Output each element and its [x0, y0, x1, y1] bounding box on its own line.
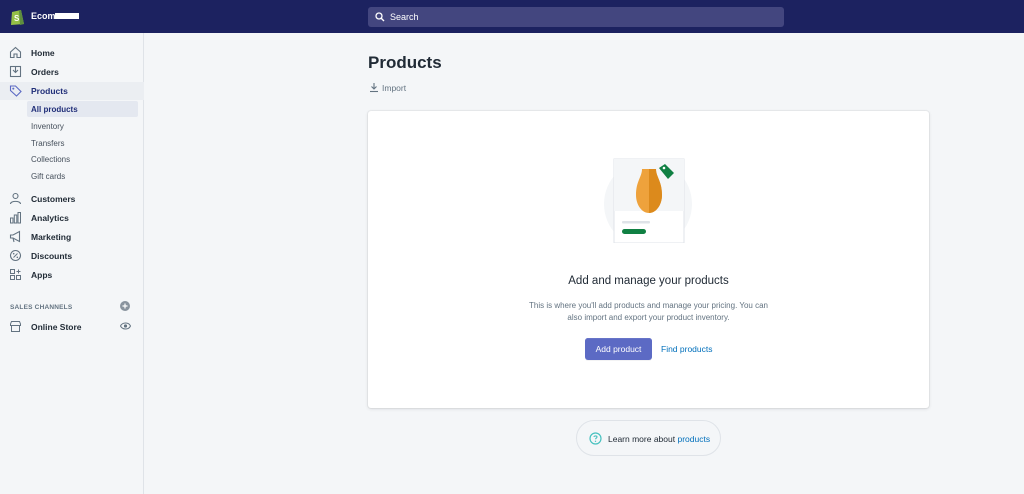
sidebar-subitem-collections[interactable]: Collections	[27, 151, 138, 167]
sidebar-subitem-all-products[interactable]: All products	[27, 101, 138, 117]
sidebar-item-online-store[interactable]: Online Store	[0, 317, 144, 335]
megaphone-icon	[9, 230, 21, 243]
sidebar-item-label: Analytics	[31, 213, 69, 223]
redacted-store-name	[55, 13, 79, 19]
empty-state-card: Add and manage your products This is whe…	[368, 111, 929, 408]
sidebar-subitem-inventory[interactable]: Inventory	[27, 118, 138, 134]
search-icon	[375, 12, 385, 22]
orders-icon	[9, 65, 22, 78]
sidebar-subitem-gift-cards[interactable]: Gift cards	[27, 168, 138, 184]
search-placeholder: Search	[390, 12, 419, 22]
page-title: Products	[368, 53, 442, 72]
empty-state-description: This is where you'll add products and ma…	[528, 301, 768, 322]
sidebar-subitem-transfers[interactable]: Transfers	[27, 135, 138, 151]
bar-chart-icon	[10, 212, 21, 224]
product-illustration-icon	[604, 158, 692, 243]
sidebar-item-marketing[interactable]: Marketing	[0, 228, 144, 246]
sidebar-item-label: Home	[31, 48, 55, 58]
sidebar: Home Orders Products All products Invent…	[0, 33, 144, 494]
sidebar-item-home[interactable]: Home	[0, 44, 144, 62]
add-product-button[interactable]: Add product	[585, 338, 652, 360]
sidebar-item-label: Discounts	[31, 251, 73, 261]
sidebar-subitem-label: Transfers	[31, 139, 65, 148]
learn-more-prefix: Learn more about	[608, 434, 678, 444]
sidebar-item-label: Products	[31, 86, 68, 96]
learn-more-text: Learn more about products	[608, 434, 710, 444]
sidebar-item-label: Customers	[31, 194, 76, 204]
apps-icon	[10, 269, 21, 280]
sidebar-item-label: Orders	[31, 67, 59, 77]
add-sales-channel-icon[interactable]	[120, 301, 130, 311]
home-icon	[9, 46, 22, 59]
sidebar-subitem-label: Collections	[31, 155, 71, 164]
learn-more-callout: Learn more about products	[576, 420, 721, 456]
empty-state-heading: Add and manage your products	[568, 275, 729, 287]
sidebar-subitem-label: All products	[31, 105, 78, 114]
tag-icon	[9, 85, 22, 97]
sidebar-subitem-label: Gift cards	[31, 172, 66, 181]
top-bar: S Ecom Search	[0, 0, 1024, 33]
store-icon	[10, 321, 21, 332]
import-label: Import	[382, 83, 407, 93]
discount-icon	[9, 249, 22, 262]
store-name[interactable]: Ecom	[31, 11, 56, 21]
svg-text:S: S	[14, 14, 20, 23]
sidebar-item-analytics[interactable]: Analytics	[0, 209, 144, 227]
sidebar-item-apps[interactable]: Apps	[0, 266, 144, 284]
sidebar-item-label: Apps	[31, 270, 53, 280]
sidebar-item-customers[interactable]: Customers	[0, 190, 144, 208]
shopify-logo-icon[interactable]: S	[10, 8, 25, 26]
eye-icon[interactable]	[120, 321, 131, 331]
online-store-label: Online Store	[31, 322, 82, 332]
sidebar-item-label: Marketing	[31, 232, 72, 242]
find-products-link[interactable]: Find products	[661, 344, 713, 354]
download-icon	[370, 83, 378, 93]
help-icon	[589, 432, 602, 445]
search-input[interactable]: Search	[368, 7, 784, 27]
sidebar-subitem-label: Inventory	[31, 122, 64, 131]
learn-more-products-link[interactable]: products	[677, 434, 710, 444]
sidebar-item-discounts[interactable]: Discounts	[0, 247, 144, 265]
person-icon	[9, 192, 22, 205]
sidebar-item-orders[interactable]: Orders	[0, 63, 144, 81]
sales-channels-heading: SALES CHANNELS	[10, 304, 73, 311]
sidebar-item-products[interactable]: Products	[0, 82, 144, 100]
